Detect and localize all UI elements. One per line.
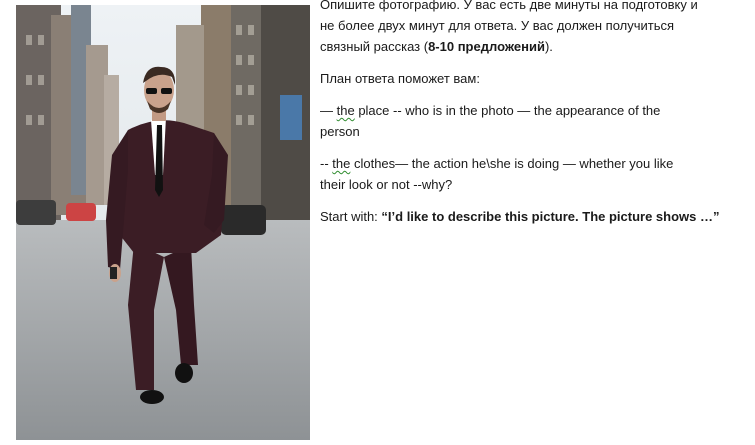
instructions-line-2: не более двух минут для ответа. У вас до…	[320, 18, 675, 33]
man-in-suit-illustration	[16, 5, 310, 440]
spellcheck-word: the	[332, 156, 351, 171]
start-label: Start with:	[320, 209, 382, 224]
instructions-paragraph: Опишите фотографию. У вас есть две минут…	[320, 0, 740, 57]
sentence-count: 8-10 предложений	[428, 39, 545, 54]
task-instructions: Опишите фотографию. У вас есть две минут…	[320, 0, 740, 227]
start-with-line: Start with: “I’d like to describe this p…	[320, 206, 740, 227]
plan-intro: План ответа поможет вам:	[320, 71, 480, 86]
plan-item-2: -- the clothes— the action he\she is doi…	[320, 156, 674, 192]
plan-item-1: — the place -- who is in the photo — the…	[320, 103, 661, 139]
instructions-line-1: Опишите фотографию. У вас есть две минут…	[320, 0, 698, 12]
spellcheck-word: the	[336, 103, 355, 118]
street-photo	[16, 5, 310, 440]
instructions-line-3: связный рассказ (8-10 предложений).	[320, 39, 553, 54]
start-quote: “I’d like to describe this picture. The …	[381, 209, 720, 224]
